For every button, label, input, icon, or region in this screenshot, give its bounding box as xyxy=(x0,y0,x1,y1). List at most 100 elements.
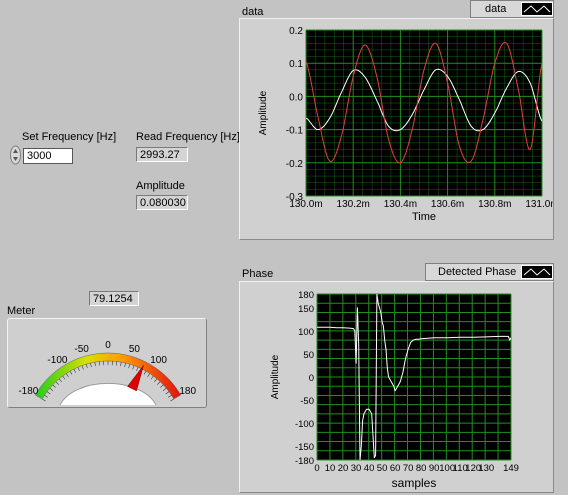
x-tick-label: 20 xyxy=(338,463,349,474)
x-tick-label: 50 xyxy=(377,463,388,474)
meter-tick xyxy=(62,375,66,380)
data-legend-label: data xyxy=(485,3,507,15)
amplitude-label: Amplitude xyxy=(136,180,185,192)
phase-graph-legend[interactable]: Detected Phase xyxy=(425,263,554,281)
meter-tick xyxy=(55,381,59,385)
x-tick-label: 130.8m xyxy=(478,199,511,210)
meter-tick xyxy=(52,384,56,388)
x-tick-label: 30 xyxy=(351,463,362,474)
meter-tick xyxy=(124,362,126,368)
y-tick-label: -0.2 xyxy=(286,159,304,170)
y-tick-label: 0.1 xyxy=(289,59,303,70)
y-tick-label: -150 xyxy=(295,442,314,453)
amplitude-indicator: 0.080030 xyxy=(136,195,188,210)
phase-legend-label: Detected Phase xyxy=(438,266,517,278)
phase-graph: 0 10 20 30 40 50 60 70 80 90 100 110 120 130 149 180 150… xyxy=(239,281,554,493)
x-tick-label: 80 xyxy=(416,463,427,474)
y-tick-label: -50 xyxy=(300,396,314,407)
meter-tick xyxy=(58,378,62,383)
meter-tick xyxy=(65,373,69,378)
y-tick-label: -100 xyxy=(295,419,314,430)
meter-tick xyxy=(132,365,135,370)
meter-tick xyxy=(85,364,88,369)
y-tick-label: 0.0 xyxy=(289,92,303,103)
x-tick-label: 10 xyxy=(325,463,336,474)
read-frequency-indicator: 2993.27 xyxy=(136,147,188,162)
x-tick-label: 130.4m xyxy=(384,199,417,210)
y-tick-label: 150 xyxy=(298,304,314,315)
updown-arrow-icon[interactable] xyxy=(10,145,21,165)
meter-tick xyxy=(157,381,161,385)
data-graph: 130.0m130.2m130.4m130.6m130.8m131.0m0.20… xyxy=(239,18,559,240)
phase-graph-title: Phase xyxy=(242,268,274,280)
meter-dial: -180 -100 -50 0 50 100 180 xyxy=(18,340,196,406)
meter-scale-label: -180 xyxy=(18,386,38,397)
meter-tick xyxy=(150,375,154,380)
phase-legend-swatch xyxy=(521,265,553,279)
y-tick-label: -0.3 xyxy=(286,192,304,203)
x-tick-label: 0 xyxy=(314,463,319,474)
y-axis-label: Amplitude xyxy=(270,354,281,399)
x-tick-label: 90 xyxy=(429,463,440,474)
meter-scale-label: 180 xyxy=(179,386,196,397)
x-tick-label: 149 xyxy=(503,463,519,474)
meter-tick xyxy=(44,394,49,398)
meter-tick xyxy=(165,391,170,395)
meter-gauge[interactable]: -180 -100 -50 0 50 100 180 xyxy=(7,318,207,408)
y-tick-label: 0.2 xyxy=(289,26,303,37)
set-frequency-stepper[interactable] xyxy=(10,145,21,165)
x-tick-label: 70 xyxy=(403,463,414,474)
y-tick-label: -0.1 xyxy=(286,126,304,137)
x-tick-label: 131.0m xyxy=(525,199,553,210)
data-legend-swatch xyxy=(521,2,553,16)
meter-tick xyxy=(77,367,80,372)
meter-scale-label: 100 xyxy=(150,355,167,366)
set-frequency-label: Set Frequency [Hz] xyxy=(22,131,117,143)
meter-scale-label: 50 xyxy=(129,344,141,355)
x-tick-label: 130.6m xyxy=(431,199,464,210)
meter-tick xyxy=(73,368,76,373)
data-graph-canvas[interactable]: 130.0m130.2m130.4m130.6m130.8m131.0m0.20… xyxy=(240,19,559,239)
x-tick-label: 40 xyxy=(364,463,375,474)
meter-tick xyxy=(120,362,122,367)
x-tick-label: 60 xyxy=(390,463,401,474)
x-tick-label: 130 xyxy=(478,463,494,474)
meter-needle xyxy=(127,365,144,392)
data-graph-title: data xyxy=(242,6,264,18)
meter-tick xyxy=(143,371,147,375)
meter-label: Meter xyxy=(7,305,36,317)
meter-tick xyxy=(154,378,158,383)
meter-tick xyxy=(167,394,172,398)
meter-tick xyxy=(136,367,139,372)
meter-tick xyxy=(147,373,151,378)
meter-scale-label: 0 xyxy=(105,340,111,351)
x-axis-label: Time xyxy=(412,211,436,223)
y-tick-label: 180 xyxy=(298,290,314,301)
meter-tick xyxy=(49,387,54,391)
meter-tick xyxy=(162,387,167,391)
y-axis-label: Amplitude xyxy=(258,90,269,135)
meter-tick xyxy=(128,364,131,369)
meter-tick xyxy=(94,362,96,367)
meter-tick xyxy=(46,391,51,395)
y-tick-label: 0 xyxy=(309,373,314,384)
meter-scale-label: -50 xyxy=(74,344,89,355)
read-frequency-label: Read Frequency [Hz] xyxy=(136,131,240,143)
x-axis-label: samples xyxy=(392,476,437,490)
meter-tick xyxy=(81,365,84,370)
data-graph-legend[interactable]: data xyxy=(470,0,554,18)
set-frequency-input[interactable]: 3000 xyxy=(23,148,73,164)
phase-graph-canvas[interactable]: 0 10 20 30 40 50 60 70 80 90 100110120130 149180150… xyxy=(240,282,553,492)
plot-area xyxy=(306,30,542,196)
meter-scale-label: -100 xyxy=(47,355,67,366)
meter-hub xyxy=(59,382,157,406)
meter-tick xyxy=(42,398,46,402)
y-tick-label: 100 xyxy=(298,327,314,338)
meter-tick xyxy=(160,384,164,388)
y-tick-label: -180 xyxy=(295,456,314,467)
x-tick-label: 130.2m xyxy=(337,199,370,210)
meter-tick xyxy=(69,371,73,375)
meter-value-indicator: 79.1254 xyxy=(89,291,139,306)
meter-tick xyxy=(90,362,92,368)
y-tick-label: 50 xyxy=(303,350,314,361)
